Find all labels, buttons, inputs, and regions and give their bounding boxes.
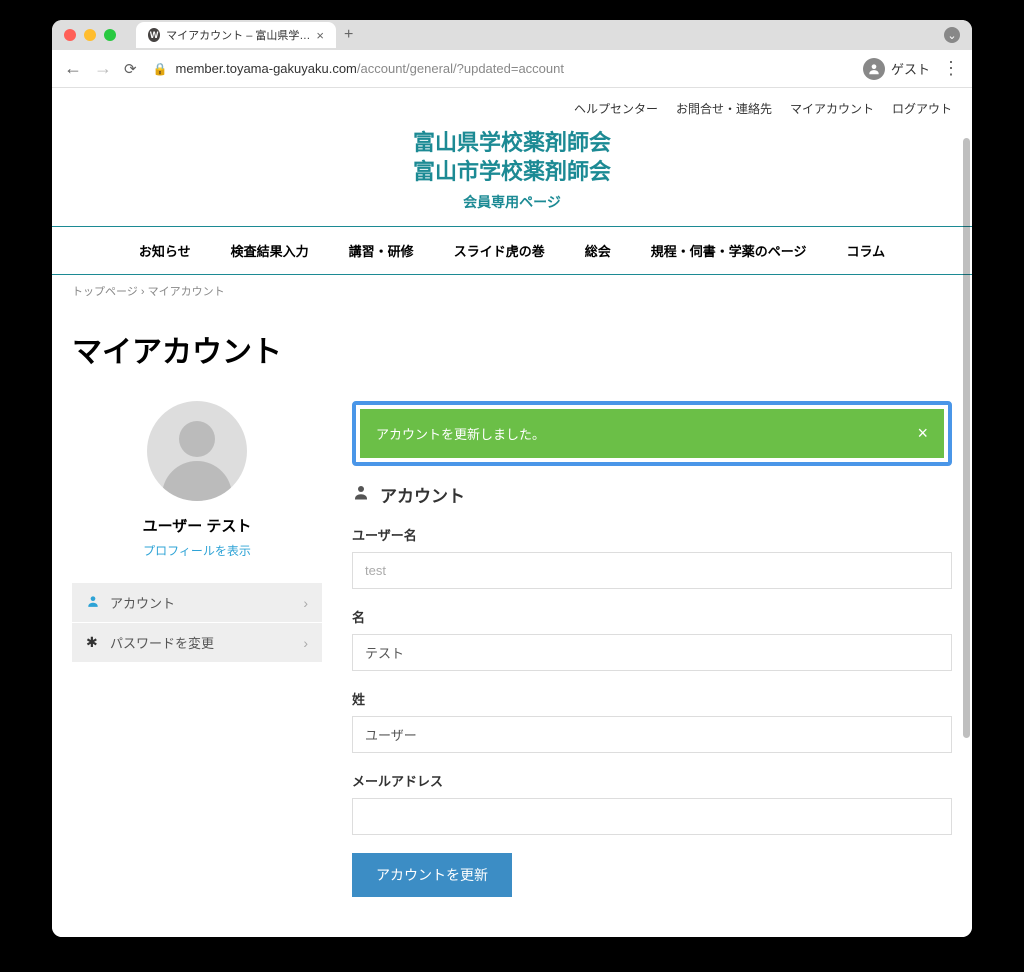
form-area: アカウントを更新しました。 × アカウント ユーザー名 — [352, 401, 952, 897]
alert-highlight: アカウントを更新しました。 × — [352, 401, 952, 466]
browser-window: W マイアカウント – 富山県学校薬剤 × + ⌄ ← → ⟳ 🔒 member… — [52, 20, 972, 937]
firstname-label: 名 — [352, 607, 952, 626]
user-icon — [352, 483, 370, 506]
username-display: ユーザー テスト — [72, 515, 322, 536]
username-label: ユーザー名 — [352, 525, 952, 544]
profile-chip[interactable]: ゲスト — [863, 58, 930, 80]
breadcrumb: トップページ › マイアカウント — [52, 275, 972, 307]
nav-slides[interactable]: スライド虎の巻 — [454, 241, 545, 260]
nav-column[interactable]: コラム — [846, 241, 885, 260]
maximize-window-icon[interactable] — [104, 29, 116, 41]
back-button[interactable]: ← — [64, 58, 82, 79]
person-icon — [863, 58, 885, 80]
profile-label: ゲスト — [891, 59, 930, 78]
titlebar: W マイアカウント – 富山県学校薬剤 × + ⌄ — [52, 20, 972, 50]
chevron-down-icon[interactable]: ⌄ — [944, 27, 960, 43]
nav-results[interactable]: 検査結果入力 — [231, 241, 309, 260]
view-profile-link[interactable]: プロフィールを表示 — [72, 542, 322, 559]
alert-close-icon[interactable]: × — [917, 423, 928, 444]
scrollbar[interactable] — [963, 138, 970, 738]
success-alert: アカウントを更新しました。 × — [360, 409, 944, 458]
topnav-contact[interactable]: お問合せ・連絡先 — [676, 100, 772, 117]
nav-training[interactable]: 講習・研修 — [349, 241, 414, 260]
site-subtitle: 会員専用ページ — [52, 192, 972, 212]
new-tab-button[interactable]: + — [344, 26, 353, 44]
sidebar-item-password[interactable]: ✱ パスワードを変更 › — [72, 623, 322, 663]
minimize-window-icon[interactable] — [84, 29, 96, 41]
sidebar-item-label: パスワードを変更 — [110, 633, 303, 652]
nav-meeting[interactable]: 総会 — [585, 241, 611, 260]
profile-sidebar: ユーザー テスト プロフィールを表示 アカウント › ✱ パスワードを変更 › — [72, 401, 322, 897]
lastname-input[interactable] — [352, 716, 952, 753]
top-nav: ヘルプセンター お問合せ・連絡先 マイアカウント ログアウト — [52, 88, 972, 125]
kebab-menu-icon[interactable]: ⋮ — [942, 58, 960, 79]
topnav-help[interactable]: ヘルプセンター — [574, 100, 658, 117]
lastname-label: 姓 — [352, 689, 952, 708]
lock-icon: 🔒 — [153, 62, 168, 76]
site-header: 富山県学校薬剤師会富山市学校薬剤師会 会員専用ページ — [52, 125, 972, 226]
email-label: メールアドレス — [352, 771, 952, 790]
browser-toolbar: ← → ⟳ 🔒 member.toyama-gakuyaku.com/accou… — [52, 50, 972, 88]
chevron-right-icon: › — [303, 635, 308, 651]
page-title: マイアカウント — [72, 327, 952, 371]
traffic-lights — [64, 29, 116, 41]
nav-news[interactable]: お知らせ — [139, 241, 191, 260]
url-bar[interactable]: 🔒 member.toyama-gakuyaku.com/account/gen… — [149, 61, 851, 76]
close-window-icon[interactable] — [64, 29, 76, 41]
section-title: アカウント — [352, 482, 952, 507]
sidebar-item-account[interactable]: アカウント › — [72, 583, 322, 623]
main-nav: お知らせ 検査結果入力 講習・研修 スライド虎の巻 総会 規程・伺書・学薬のペー… — [52, 226, 972, 275]
forward-button[interactable]: → — [94, 58, 112, 79]
nav-docs[interactable]: 規程・伺書・学薬のページ — [651, 241, 807, 260]
site-title: 富山県学校薬剤師会富山市学校薬剤師会 — [52, 129, 972, 186]
tab-bar: W マイアカウント – 富山県学校薬剤 × + — [136, 22, 353, 48]
submit-button[interactable]: アカウントを更新 — [352, 853, 512, 897]
url-text: member.toyama-gakuyaku.com/account/gener… — [176, 61, 564, 76]
asterisk-icon: ✱ — [86, 634, 110, 651]
alert-message: アカウントを更新しました。 — [376, 424, 545, 443]
tab-title: マイアカウント – 富山県学校薬剤 — [166, 27, 310, 43]
browser-tab[interactable]: W マイアカウント – 富山県学校薬剤 × — [136, 22, 336, 48]
wordpress-favicon-icon: W — [148, 28, 160, 42]
user-icon — [86, 594, 110, 611]
tab-close-icon[interactable]: × — [316, 28, 324, 43]
reload-button[interactable]: ⟳ — [124, 60, 137, 78]
firstname-input[interactable] — [352, 634, 952, 671]
username-input[interactable] — [352, 552, 952, 589]
topnav-logout[interactable]: ログアウト — [892, 100, 952, 117]
sidebar-item-label: アカウント — [110, 593, 303, 612]
page-content: ヘルプセンター お問合せ・連絡先 マイアカウント ログアウト 富山県学校薬剤師会… — [52, 88, 972, 937]
avatar-icon — [147, 401, 247, 501]
topnav-account[interactable]: マイアカウント — [790, 100, 874, 117]
email-input[interactable] — [352, 798, 952, 835]
breadcrumb-current: マイアカウント — [148, 286, 225, 298]
breadcrumb-home[interactable]: トップページ — [72, 286, 138, 298]
chevron-right-icon: › — [303, 595, 308, 611]
